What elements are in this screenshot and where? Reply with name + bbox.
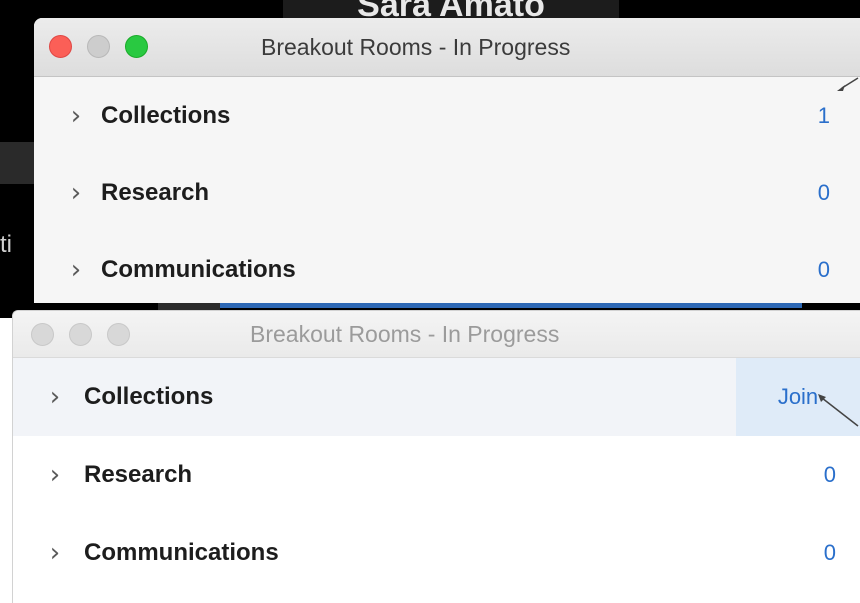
chevron-right-icon[interactable]: › [65, 257, 87, 283]
background-panel [0, 142, 34, 184]
breakout-rooms-window-active: Breakout Rooms - In Progress › Collectio… [34, 18, 860, 303]
room-row-collections[interactable]: › Collections 1 [34, 77, 860, 154]
room-name: Research [101, 178, 210, 206]
chevron-right-icon[interactable]: › [65, 180, 87, 206]
room-row-research[interactable]: › Research 0 [13, 436, 860, 514]
room-name: Collections [84, 383, 214, 410]
participant-count: 0 [823, 462, 836, 487]
participant-count: 0 [817, 256, 830, 282]
close-button[interactable] [49, 35, 72, 58]
chevron-right-icon[interactable]: › [44, 462, 66, 488]
minimize-button[interactable] [69, 323, 92, 346]
room-name: Collections [101, 101, 231, 129]
chevron-right-icon[interactable]: › [44, 540, 66, 566]
close-button[interactable] [31, 323, 54, 346]
room-name: Communications [84, 539, 279, 566]
background-highlight-bar [220, 303, 802, 308]
mouse-pointer-icon [837, 77, 859, 91]
participant-count: 0 [817, 179, 830, 205]
background-partial-label: ti [0, 231, 12, 258]
window-title: Breakout Rooms - In Progress [261, 33, 571, 60]
window-title: Breakout Rooms - In Progress [250, 320, 560, 347]
mouse-pointer-icon [818, 394, 859, 427]
chevron-right-icon[interactable]: › [65, 103, 87, 129]
title-bar[interactable]: Breakout Rooms - In Progress [13, 311, 860, 358]
breakout-rooms-window-inactive: Breakout Rooms - In Progress › Collectio… [12, 310, 860, 603]
room-row-research[interactable]: › Research 0 [34, 154, 860, 231]
minimize-button[interactable] [87, 35, 110, 58]
maximize-button[interactable] [107, 323, 130, 346]
room-name: Research [84, 461, 193, 488]
room-name: Communications [101, 255, 296, 283]
maximize-button[interactable] [125, 35, 148, 58]
room-row-collections[interactable]: › Collections Join [13, 358, 860, 436]
chevron-right-icon[interactable]: › [44, 384, 66, 410]
title-bar[interactable]: Breakout Rooms - In Progress [34, 18, 860, 77]
participant-count: 0 [823, 540, 836, 565]
room-row-communications[interactable]: › Communications 0 [34, 231, 860, 303]
room-row-communications[interactable]: › Communications 0 [13, 514, 860, 592]
